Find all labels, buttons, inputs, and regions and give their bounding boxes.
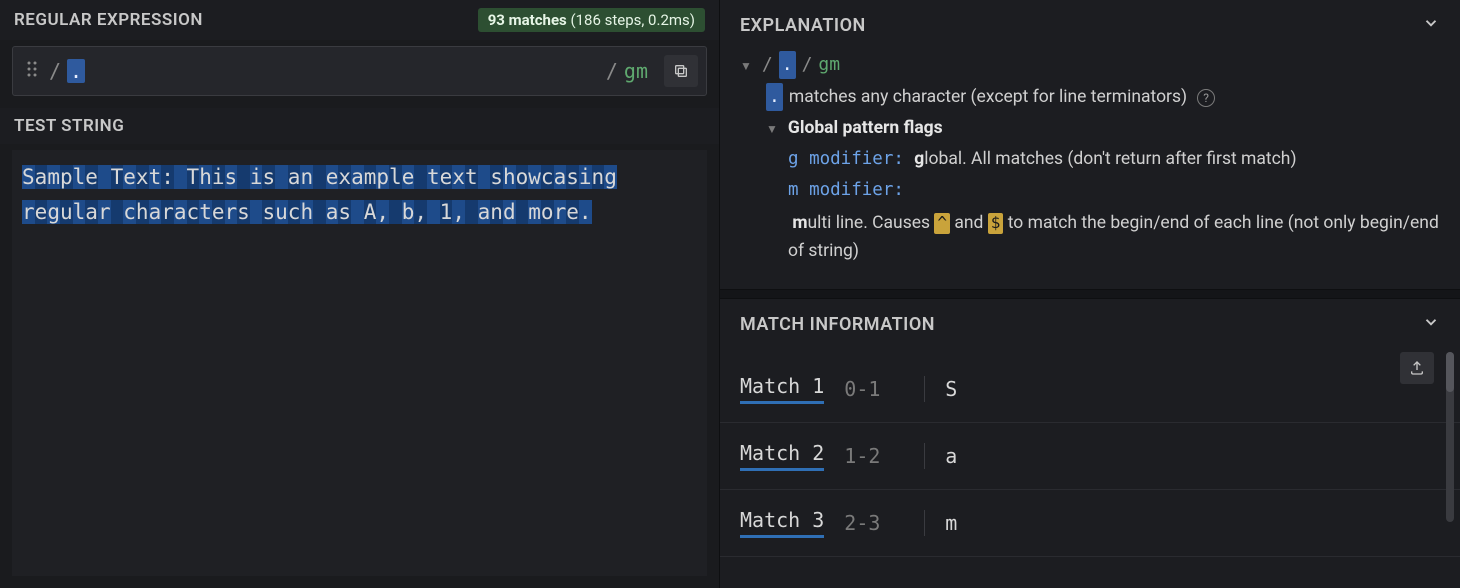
explanation-dot-desc: . matches any character (except for line… [740,83,1440,111]
m-mod-text: multi line. Causes ^ and $ to match the … [788,210,1440,264]
exp-dot: . [779,51,796,79]
g-mod-label: g modifier: [788,146,904,173]
match-info-body: Match 1 0-1 S Match 2 1-2 a Match 3 2-3 m [720,346,1460,588]
match-label: Match 3 [740,508,824,538]
g-mod-text: global. All matches (don't return after … [910,146,1297,173]
explanation-g-modifier: g modifier: global. All matches (don't r… [740,146,1440,173]
m-mod-label: m modifier: [788,177,904,204]
explanation-body: ▼ / . / gm . matches any character (exce… [720,47,1460,289]
match-count-rest: (186 steps, 0.2ms) [567,11,695,29]
regex-slash-open: / [43,59,67,83]
triangle-collapse-icon[interactable]: ▼ [740,57,756,76]
export-button[interactable] [1400,352,1434,384]
match-range: 0-1 [844,377,904,401]
triangle-collapse-icon[interactable]: ▼ [766,120,782,139]
dollar-token: $ [988,213,1004,234]
chevron-down-icon[interactable] [1422,14,1440,37]
match-info-header[interactable]: MATCH INFORMATION [720,299,1460,346]
exp-dot-token2: . [766,83,783,111]
exp-dot-text: matches any character (except for line t… [789,84,1187,111]
drag-handle-icon[interactable] [21,61,43,81]
test-string-header: TEST STRING [0,108,719,144]
copy-regex-button[interactable] [664,55,698,87]
exp-flags: gm [818,51,840,79]
exp-slash1: / [762,51,773,79]
match-value: a [945,444,957,468]
regex-pattern-text[interactable]: . [67,59,600,83]
regex-flags[interactable]: gm [624,59,658,83]
chevron-down-icon[interactable] [1422,313,1440,336]
explanation-header[interactable]: EXPLANATION [720,0,1460,47]
explanation-pattern-line: ▼ / . / gm [740,51,1440,79]
match-value: S [945,377,957,401]
right-pane: EXPLANATION ▼ / . / gm . matches any cha… [720,0,1460,588]
regex-dot-token: . [67,59,85,83]
left-pane: REGULAR EXPRESSION 93 matches (186 steps… [0,0,720,588]
match-separator [924,376,925,402]
exp-slash2: / [802,51,813,79]
match-label: Match 2 [740,441,824,471]
regex-slash-close: / [600,59,624,83]
exp-flags-title: Global pattern flags [788,115,943,142]
regex-header-label: REGULAR EXPRESSION [14,10,203,30]
match-row[interactable]: Match 1 0-1 S [720,356,1460,423]
match-row[interactable]: Match 3 2-3 m [720,490,1460,557]
explanation-header-label: EXPLANATION [740,15,866,36]
test-string-label: TEST STRING [14,116,124,136]
match-range: 1-2 [844,444,904,468]
scrollbar-thumb[interactable] [1446,352,1454,392]
match-row[interactable]: Match 2 1-2 a [720,423,1460,490]
match-info-header-label: MATCH INFORMATION [740,314,935,335]
match-count-bold: 93 matches [488,11,567,29]
regex-section-header: REGULAR EXPRESSION 93 matches (186 steps… [0,0,719,40]
match-separator [924,510,925,536]
match-range: 2-3 [844,511,904,535]
match-label: Match 1 [740,374,824,404]
section-divider [720,289,1460,299]
match-value: m [945,511,957,535]
caret-token: ^ [934,213,950,234]
regex-input[interactable]: / . / gm [12,46,707,96]
match-separator [924,443,925,469]
match-count-badge: 93 matches (186 steps, 0.2ms) [478,8,705,32]
test-string-input[interactable]: Sample Text: This is an example text sho… [12,150,707,576]
scrollbar[interactable] [1446,352,1454,522]
explanation-flags-title-row: ▼ Global pattern flags [740,115,1440,142]
explanation-m-modifier: m modifier: multi line. Causes ^ and $ t… [740,177,1440,264]
help-icon[interactable]: ? [1197,89,1215,107]
